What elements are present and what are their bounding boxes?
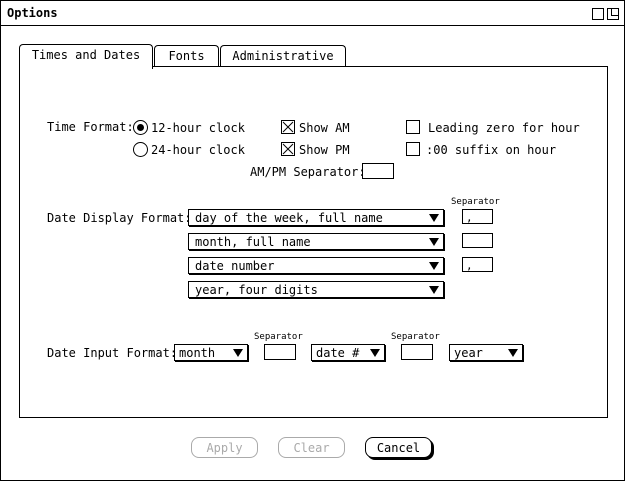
checkmark-x-icon: [282, 121, 294, 133]
show-pm-checkbox[interactable]: [281, 142, 295, 156]
ampm-separator-input[interactable]: [362, 163, 394, 179]
show-am-label: Show AM: [299, 121, 350, 135]
display-select-2[interactable]: month, full name: [188, 233, 444, 250]
input-select-2[interactable]: date #: [311, 344, 385, 361]
display-separator-1[interactable]: ,: [462, 209, 493, 224]
dropdown-arrow-icon: [429, 286, 439, 294]
suffix-00-checkbox[interactable]: [406, 142, 420, 156]
input-separator-1[interactable]: [264, 344, 296, 360]
input-separator-label-1: Separator: [254, 332, 303, 342]
dropdown-arrow-icon: [429, 238, 439, 246]
input-select-1[interactable]: month: [174, 344, 248, 361]
display-separator-2[interactable]: [462, 233, 493, 248]
date-display-format-label: Date Display Format:: [47, 211, 192, 225]
cancel-button[interactable]: Cancel: [365, 437, 432, 458]
ampm-separator-label: AM/PM Separator:: [250, 165, 366, 179]
radio-24-hour-label: 24-hour clock: [151, 143, 245, 157]
dropdown-arrow-icon: [508, 349, 518, 357]
display-separator-label: Separator: [451, 197, 500, 207]
leading-zero-label: Leading zero for hour: [428, 121, 580, 135]
checkmark-x-icon: [282, 143, 294, 155]
radio-24-hour[interactable]: [133, 142, 148, 157]
dropdown-arrow-icon: [429, 214, 439, 222]
show-am-checkbox[interactable]: [281, 120, 295, 134]
leading-zero-checkbox[interactable]: [406, 120, 420, 134]
show-pm-label: Show PM: [299, 143, 350, 157]
display-separator-3[interactable]: ,: [462, 257, 493, 272]
input-separator-label-2: Separator: [391, 332, 440, 342]
dropdown-arrow-icon: [370, 349, 380, 357]
dropdown-arrow-icon: [429, 262, 439, 270]
time-format-label: Time Format:: [47, 120, 134, 134]
suffix-00-label: :00 suffix on hour: [426, 143, 557, 157]
apply-button[interactable]: Apply: [191, 437, 258, 458]
dropdown-arrow-icon: [233, 349, 243, 357]
radio-12-hour-label: 12-hour clock: [151, 121, 245, 135]
panel-content: Time Format: 12-hour clock 24-hour clock…: [0, 0, 625, 481]
display-select-1[interactable]: day of the week, full name: [188, 209, 444, 226]
radio-12-hour[interactable]: [133, 120, 148, 135]
date-input-format-label: Date Input Format:: [47, 346, 178, 360]
clear-button[interactable]: Clear: [278, 437, 345, 458]
input-select-3[interactable]: year: [449, 344, 523, 361]
display-select-3[interactable]: date number: [188, 257, 444, 274]
input-separator-2[interactable]: [401, 344, 433, 360]
display-select-4[interactable]: year, four digits: [188, 281, 444, 298]
